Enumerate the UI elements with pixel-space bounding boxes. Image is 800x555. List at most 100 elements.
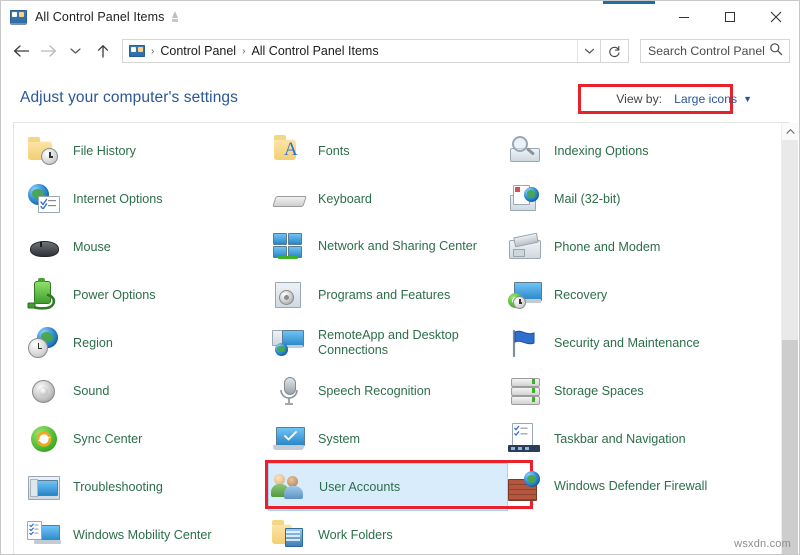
back-button[interactable] (8, 37, 35, 65)
recent-locations-button[interactable] (62, 37, 89, 65)
mail-globe-icon (508, 182, 542, 216)
keyboard-icon (272, 182, 306, 216)
breadcrumb-separator-0: › (151, 46, 154, 57)
title-bar-secondary-icon (170, 10, 180, 24)
item-windows-mobility-center[interactable]: Windows Mobility Center (23, 511, 263, 555)
view-by-value[interactable]: Large icons (674, 92, 737, 106)
item-sync-center[interactable]: Sync Center (23, 415, 263, 463)
item-file-history[interactable]: File History (23, 127, 263, 175)
fax-phone-icon (508, 230, 542, 264)
globe-checklist-icon (27, 182, 61, 216)
item-internet-options[interactable]: Internet Options (23, 175, 263, 223)
breadcrumb-item-control-panel[interactable]: Control Panel (160, 44, 236, 58)
item-label: User Accounts (319, 480, 400, 495)
network-icon (272, 230, 306, 264)
item-label: Internet Options (73, 192, 163, 207)
view-by-control[interactable]: View by: Large icons ▼ (616, 87, 752, 111)
item-label: Keyboard (318, 192, 372, 207)
item-label: Storage Spaces (554, 384, 644, 399)
item-label: File History (73, 144, 136, 159)
item-troubleshooting[interactable]: Troubleshooting (23, 463, 263, 511)
item-label: Taskbar and Navigation (554, 432, 686, 447)
storage-stack-icon (508, 374, 542, 408)
item-indexing-options[interactable]: Indexing Options (504, 127, 744, 175)
item-label: Indexing Options (554, 144, 649, 159)
chevron-down-icon[interactable]: ▼ (743, 94, 752, 104)
battery-plug-icon (27, 278, 61, 312)
item-label: System (318, 432, 360, 447)
window-accent-stripe (603, 1, 655, 4)
mouse-icon (27, 230, 61, 264)
minimize-button[interactable] (661, 1, 707, 33)
address-control-panel-icon (129, 45, 145, 58)
item-mail-32-bit[interactable]: Mail (32-bit) (504, 175, 744, 223)
item-user-accounts[interactable]: User Accounts (268, 463, 508, 511)
item-security-and-maintenance[interactable]: Security and Maintenance (504, 319, 744, 367)
globe-clock-icon (27, 326, 61, 360)
item-region[interactable]: Region (23, 319, 263, 367)
forward-button[interactable] (35, 37, 62, 65)
items-column-2: A Fonts Keyboard Network and Sharin (268, 127, 508, 555)
close-button[interactable] (753, 1, 799, 33)
item-work-folders[interactable]: Work Folders (268, 511, 508, 555)
item-windows-defender-firewall[interactable]: Windows Defender Firewall (504, 463, 744, 511)
left-divider (13, 122, 14, 555)
sync-arrows-icon (27, 422, 61, 456)
scrollbar-track[interactable] (782, 340, 798, 555)
laptop-settings-icon (27, 518, 61, 552)
work-folders-icon (272, 518, 306, 552)
refresh-button[interactable] (601, 39, 629, 63)
maximize-button[interactable] (707, 1, 753, 33)
item-remoteapp-and-desktop-connections[interactable]: RemoteApp and Desktop Connections (268, 319, 508, 367)
item-network-and-sharing-center[interactable]: Network and Sharing Center (268, 223, 508, 271)
taskbar-checklist-icon (508, 422, 542, 456)
firewall-brick-globe-icon (508, 470, 542, 504)
vertical-scrollbar[interactable] (781, 123, 798, 555)
item-label: Troubleshooting (73, 480, 163, 495)
item-label: Mail (32-bit) (554, 192, 620, 207)
computer-check-icon (272, 422, 306, 456)
item-keyboard[interactable]: Keyboard (268, 175, 508, 223)
breadcrumb-item-all-control-panel-items[interactable]: All Control Panel Items (251, 44, 378, 58)
control-panel-window: All Control Panel Items (0, 0, 800, 555)
item-system[interactable]: System (268, 415, 508, 463)
scroll-up-arrow-icon[interactable] (782, 123, 798, 140)
item-storage-spaces[interactable]: Storage Spaces (504, 367, 744, 415)
item-label: Recovery (554, 288, 607, 303)
user-accounts-icon (273, 470, 307, 504)
item-phone-and-modem[interactable]: Phone and Modem (504, 223, 744, 271)
view-by-label: View by: (616, 92, 662, 106)
search-input[interactable]: Search Control Panel (640, 39, 790, 63)
item-power-options[interactable]: Power Options (23, 271, 263, 319)
item-sound[interactable]: Sound (23, 367, 263, 415)
items-column-1: File History Internet Options Mouse (23, 127, 263, 555)
up-button[interactable] (89, 37, 116, 65)
item-speech-recognition[interactable]: Speech Recognition (268, 367, 508, 415)
monitor-wrench-icon (27, 470, 61, 504)
item-label: Security and Maintenance (554, 336, 700, 351)
item-label: Programs and Features (318, 288, 450, 303)
address-dropdown-button[interactable] (577, 40, 600, 62)
item-fonts[interactable]: A Fonts (268, 127, 508, 175)
item-label: Power Options (73, 288, 156, 303)
programs-disc-icon (272, 278, 306, 312)
folder-clock-icon (27, 134, 61, 168)
item-label: Speech Recognition (318, 384, 431, 399)
item-label: RemoteApp and Desktop Connections (318, 328, 496, 359)
item-label: Sync Center (73, 432, 142, 447)
window-title: All Control Panel Items (35, 10, 164, 24)
item-mouse[interactable]: Mouse (23, 223, 263, 271)
item-programs-and-features[interactable]: Programs and Features (268, 271, 508, 319)
speaker-icon (27, 374, 61, 408)
address-bar[interactable]: › Control Panel › All Control Panel Item… (122, 39, 601, 63)
item-label: Fonts (318, 144, 350, 159)
microphone-icon (272, 374, 306, 408)
scrollbar-thumb[interactable] (782, 140, 798, 340)
control-panel-icon (10, 10, 27, 25)
navigation-bar: › Control Panel › All Control Panel Item… (1, 33, 800, 69)
item-taskbar-and-navigation[interactable]: Taskbar and Navigation (504, 415, 744, 463)
item-recovery[interactable]: Recovery (504, 271, 744, 319)
item-label: Work Folders (318, 528, 393, 543)
search-icon (769, 42, 783, 61)
items-column-3: Indexing Options Mail (32-bit) Phone and (504, 127, 744, 511)
